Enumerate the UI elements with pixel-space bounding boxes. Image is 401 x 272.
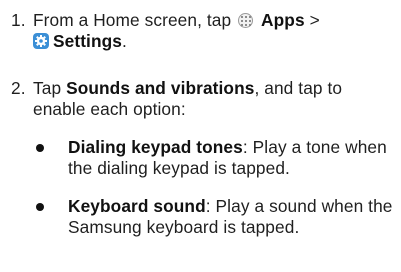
sounds-vibrations-label: Sounds and vibrations: [66, 78, 255, 98]
step-2: 2. Tap Sounds and vibrations, and tap to…: [11, 78, 396, 120]
step-number: 1.: [11, 10, 26, 30]
apps-grid-icon: [238, 13, 254, 28]
settings-gear-icon: [33, 33, 49, 49]
option-title: Keyboard sound: [68, 196, 206, 216]
path-separator: >: [309, 10, 320, 30]
step-number: 2.: [11, 78, 26, 98]
option-text: Dialing keypad tones: Play a tone when t…: [68, 137, 396, 179]
option-text: Keyboard sound: Play a sound when the Sa…: [68, 196, 396, 238]
step-text-lead: Tap: [33, 78, 62, 98]
option-item: Dialing keypad tones: Play a tone when t…: [36, 137, 396, 179]
bullet-dot: [36, 144, 44, 152]
bullet-dot: [36, 203, 44, 211]
step-text: Tap Sounds and vibrations, and tap to en…: [33, 78, 396, 120]
step-text-end: .: [121, 31, 127, 51]
step-1: 1. From a Home screen, tap Apps > Settin…: [11, 10, 396, 52]
settings-label: Settings: [53, 31, 122, 51]
apps-label: Apps: [261, 10, 305, 30]
instructions-document: 1. From a Home screen, tap Apps > Settin…: [0, 0, 401, 272]
option-item: Keyboard sound: Play a sound when the Sa…: [36, 196, 396, 238]
step-text: From a Home screen, tap Apps > Settings.: [33, 10, 396, 52]
step-text-lead: From a Home screen, tap: [33, 10, 232, 30]
option-title: Dialing keypad tones: [68, 137, 243, 157]
